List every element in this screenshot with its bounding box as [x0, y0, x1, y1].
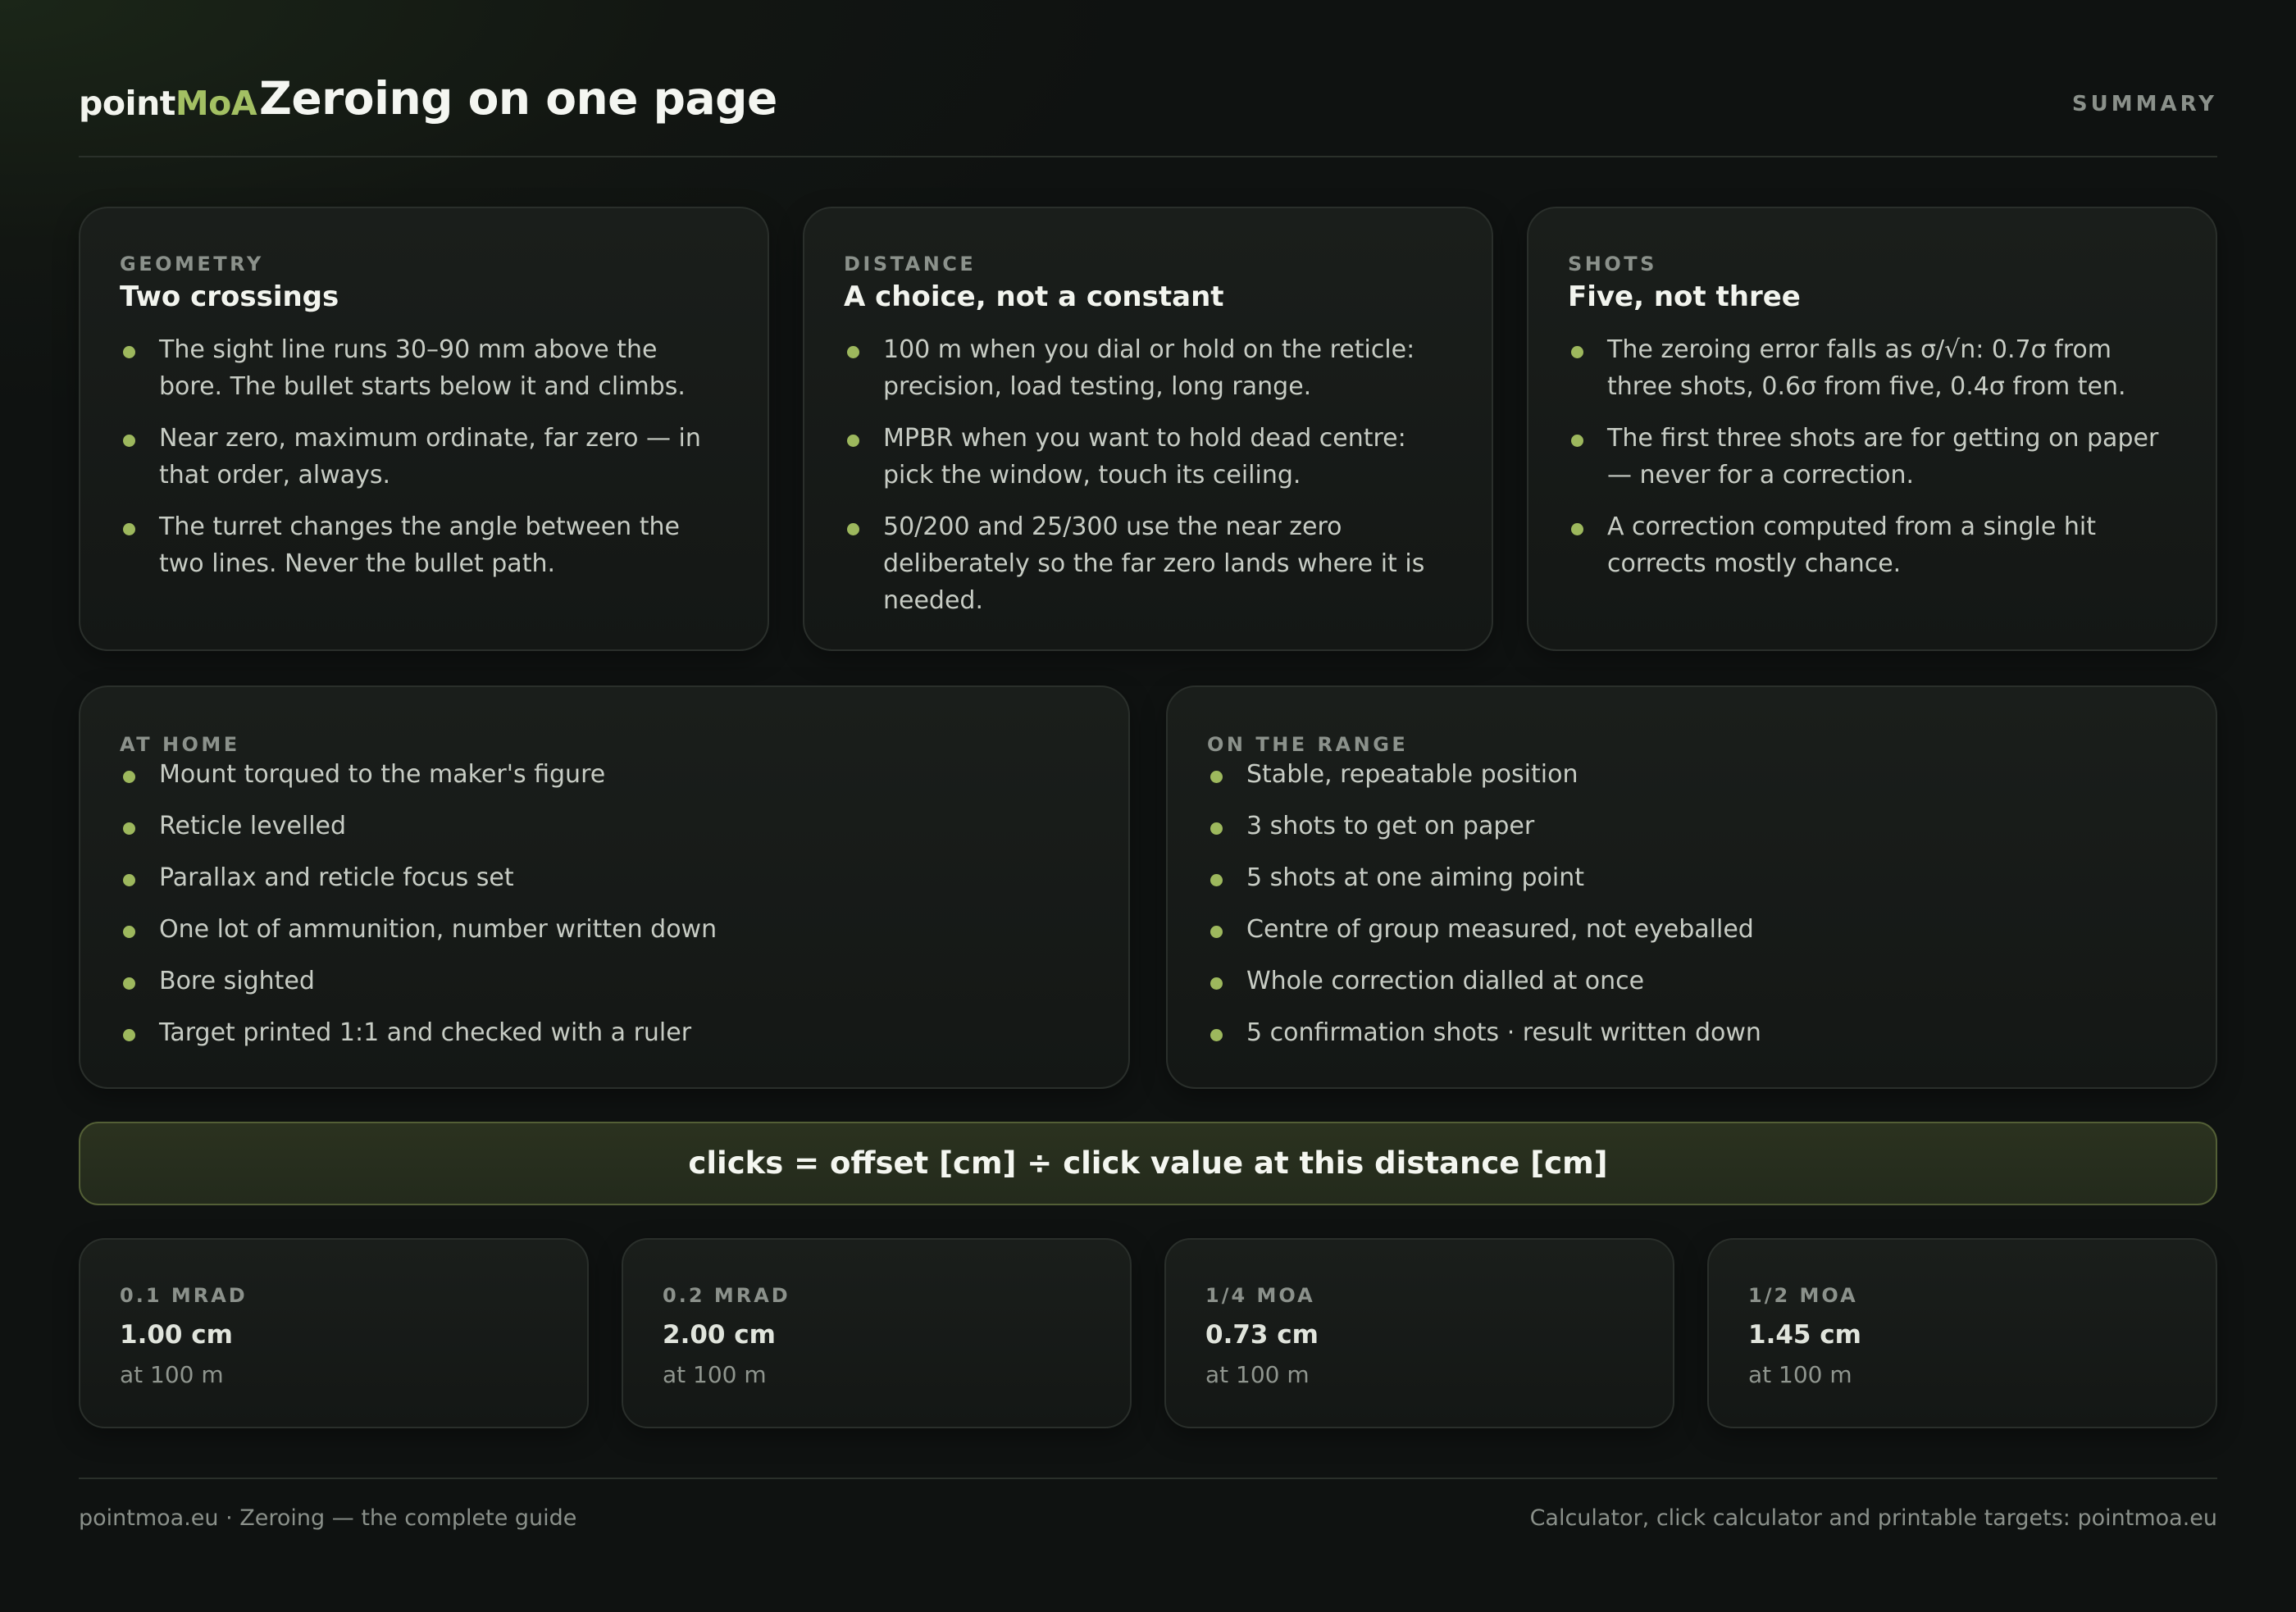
- checklist-kicker: ON THE RANGE: [1207, 733, 1409, 756]
- card-shots: SHOTS Five, not three The zeroing error …: [1527, 207, 2217, 651]
- list-item: Centre of group measured, not eyeballed: [1207, 911, 2176, 948]
- click-value: 1.00 cm: [120, 1320, 233, 1350]
- list-item: 5 confirmation shots · result written do…: [1207, 1014, 2176, 1051]
- card-bullet-list: The sight line runs 30–90 mm above the b…: [120, 331, 728, 582]
- card-kicker: DISTANCE: [844, 253, 977, 275]
- checklist-list: Mount torqued to the maker's figure Reti…: [120, 756, 1089, 1051]
- click-unit: 1/4 MOA: [1205, 1284, 1315, 1307]
- click-value-card: 0.1 MRAD 1.00 cm at 100 m: [79, 1238, 589, 1428]
- card-kicker: SHOTS: [1568, 253, 1657, 275]
- card-title: Two crossings: [120, 280, 339, 313]
- list-item: Stable, repeatable position: [1207, 756, 2176, 793]
- logo-main: point: [79, 84, 175, 123]
- list-item: The turret changes the angle between the…: [120, 508, 728, 582]
- card-geometry: GEOMETRY Two crossings The sight line ru…: [79, 207, 769, 651]
- click-unit: 0.2 MRAD: [663, 1284, 790, 1307]
- list-item: 3 shots to get on paper: [1207, 808, 2176, 845]
- list-item: Reticle levelled: [120, 808, 1089, 845]
- list-item: MPBR when you want to hold dead centre: …: [844, 420, 1452, 494]
- list-item: 100 m when you dial or hold on the retic…: [844, 331, 1452, 405]
- click-value: 2.00 cm: [663, 1320, 776, 1350]
- checklist-list: Stable, repeatable position 3 shots to g…: [1207, 756, 2176, 1051]
- page-footer: pointmoa.eu · Zeroing — the complete gui…: [79, 1478, 2217, 1531]
- list-item: Bore sighted: [120, 963, 1089, 1000]
- page-header: pointMoA Zeroing on one page SUMMARY: [79, 69, 2217, 157]
- card-kicker: GEOMETRY: [120, 253, 264, 275]
- list-item: A correction computed from a single hit …: [1568, 508, 2176, 582]
- click-value-card: 1/2 MOA 1.45 cm at 100 m: [1707, 1238, 2217, 1428]
- logo-accent: MoA: [175, 84, 257, 123]
- list-item: 50/200 and 25/300 use the near zero deli…: [844, 508, 1452, 619]
- list-item: Mount torqued to the maker's figure: [120, 756, 1089, 793]
- brand-logo[interactable]: pointMoA: [79, 84, 257, 123]
- click-value-card: 0.2 MRAD 2.00 cm at 100 m: [622, 1238, 1132, 1428]
- card-bullet-list: 100 m when you dial or hold on the retic…: [844, 331, 1452, 619]
- checklist-on-the-range: ON THE RANGE Stable, repeatable position…: [1166, 685, 2217, 1089]
- click-distance: at 100 m: [1748, 1361, 1852, 1388]
- click-value: 0.73 cm: [1205, 1320, 1319, 1350]
- list-item: The first three shots are for getting on…: [1568, 420, 2176, 494]
- list-item: The zeroing error falls as σ/√n: 0.7σ fr…: [1568, 331, 2176, 405]
- card-distance: DISTANCE A choice, not a constant 100 m …: [803, 207, 1493, 651]
- list-item: Whole correction dialled at once: [1207, 963, 2176, 1000]
- card-title: A choice, not a constant: [844, 280, 1224, 313]
- click-distance: at 100 m: [1205, 1361, 1310, 1388]
- list-item: Near zero, maximum ordinate, far zero — …: [120, 420, 728, 494]
- list-item: Parallax and reticle focus set: [120, 859, 1089, 896]
- card-title: Five, not three: [1568, 280, 1801, 313]
- click-unit: 1/2 MOA: [1748, 1284, 1858, 1307]
- click-unit: 0.1 MRAD: [120, 1284, 248, 1307]
- checklist-kicker: AT HOME: [120, 733, 240, 756]
- click-formula-banner: clicks = offset [cm] ÷ click value at th…: [79, 1122, 2217, 1205]
- summary-tag: SUMMARY: [2071, 92, 2217, 116]
- click-value-card: 1/4 MOA 0.73 cm at 100 m: [1164, 1238, 1674, 1428]
- list-item: The sight line runs 30–90 mm above the b…: [120, 331, 728, 405]
- footer-link-text[interactable]: Calculator, click calculator and printab…: [1530, 1505, 2217, 1531]
- click-distance: at 100 m: [663, 1361, 767, 1388]
- list-item: Target printed 1:1 and checked with a ru…: [120, 1014, 1089, 1051]
- checklist-at-home: AT HOME Mount torqued to the maker's fig…: [79, 685, 1130, 1089]
- card-bullet-list: The zeroing error falls as σ/√n: 0.7σ fr…: [1568, 331, 2176, 582]
- click-value: 1.45 cm: [1748, 1320, 1861, 1350]
- list-item: One lot of ammunition, number written do…: [120, 911, 1089, 948]
- page-title: Zeroing on one page: [259, 72, 777, 125]
- footer-source: pointmoa.eu · Zeroing — the complete gui…: [79, 1505, 577, 1531]
- page: pointMoA Zeroing on one page SUMMARY GEO…: [79, 0, 2217, 1612]
- list-item: 5 shots at one aiming point: [1207, 859, 2176, 896]
- click-distance: at 100 m: [120, 1361, 224, 1388]
